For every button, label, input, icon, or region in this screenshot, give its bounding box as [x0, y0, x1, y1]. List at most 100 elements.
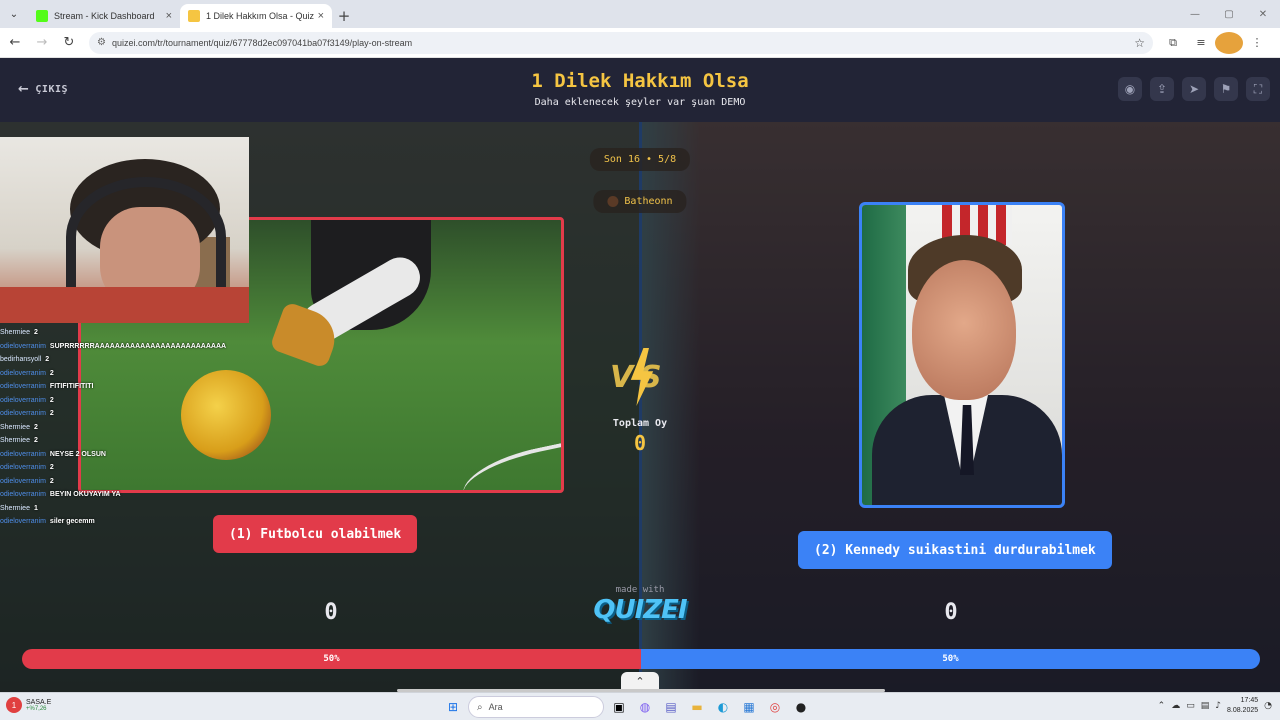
tab-quizei[interactable]: 1 Dilek Hakkım Olsa - Quizei × [180, 4, 332, 28]
network-icon[interactable]: ▤ [1201, 701, 1210, 711]
clock[interactable]: 17:45 8.08.2025 [1227, 696, 1258, 716]
menu-icon[interactable]: ⋮ [1243, 32, 1271, 54]
chat-username[interactable]: Shermiee [0, 326, 30, 340]
taskbar-apps: ⊞ ⌕ Ara ▣ ◍ ▤ ▬ ◐ ▦ ◎ ● [442, 696, 812, 718]
task-view-icon[interactable]: ▣ [608, 696, 630, 718]
teams-icon[interactable]: ▤ [660, 696, 682, 718]
chat-username[interactable]: bedirhansyoll [0, 353, 41, 367]
clock-time: 17:45 [1240, 697, 1259, 704]
chat-text: 2 [49, 464, 54, 471]
chat-message: odieloverranim 2 [0, 394, 260, 408]
chat-text: 2 [49, 369, 54, 377]
chat-username[interactable]: odieloverranim [0, 488, 46, 502]
chat-message: odieloverranim NEYSE 2 OLSUN [0, 448, 260, 462]
eye-icon[interactable]: ◉ [1118, 77, 1142, 101]
option-right-button[interactable]: (2) Kennedy suikastini durdurabilmek [798, 531, 1112, 569]
reload-icon[interactable]: ↻ [57, 31, 81, 55]
search-placeholder: Ara [488, 702, 503, 712]
chat-username[interactable]: odieloverranim [0, 380, 46, 394]
chevron-up-icon[interactable]: ⌃ [621, 672, 659, 690]
quizei-logo[interactable]: QUIZEI [0, 595, 1280, 625]
notification-icon[interactable]: ◔ [1264, 701, 1272, 711]
chat-text: siler gecemm [49, 518, 95, 525]
fullscreen-icon[interactable]: ⛶ [1246, 77, 1270, 101]
system-tray: ⌃ ☁ ▭ ▤ ♪ 17:45 8.08.2025 ◔ [1158, 696, 1272, 716]
bookmark-star-icon[interactable]: ☆ [1134, 36, 1145, 50]
taskbar-search[interactable]: ⌕ Ara [468, 696, 604, 718]
streamer-badge: Batheonn [593, 190, 687, 213]
browser-tab-bar: ⌄ Stream - Kick Dashboard × 1 Dilek Hakk… [0, 0, 1280, 28]
chrome-icon[interactable]: ◎ [764, 696, 786, 718]
flag-icon[interactable]: ⚑ [1214, 77, 1238, 101]
chat-username[interactable]: odieloverranim [0, 448, 46, 462]
header-actions: ◉ ⇪ ➤ ⚑ ⛶ [1118, 77, 1270, 101]
maximize-icon[interactable]: ▢ [1212, 0, 1246, 28]
edge-icon[interactable]: ◐ [712, 696, 734, 718]
chat-username[interactable]: Shermiee [0, 502, 30, 516]
chat-text: 2 [33, 437, 38, 444]
close-window-icon[interactable]: ✕ [1246, 0, 1280, 28]
tab-kick-dashboard[interactable]: Stream - Kick Dashboard × [28, 4, 180, 28]
copilot-icon[interactable]: ◍ [634, 696, 656, 718]
chat-username[interactable]: odieloverranim [0, 407, 46, 421]
chat-message: Shermiee 2 [0, 434, 260, 448]
option-right-image[interactable] [859, 202, 1065, 508]
chat-username[interactable]: odieloverranim [0, 475, 46, 489]
close-tab-icon[interactable]: × [166, 10, 172, 22]
extensions-icon[interactable]: ⧉ [1159, 32, 1187, 54]
site-info-icon[interactable]: ⚙ [97, 37, 106, 48]
volume-icon[interactable]: ♪ [1215, 701, 1221, 711]
quiz-title: 1 Dilek Hakkım Olsa [531, 70, 749, 92]
chat-text: 2 [49, 396, 54, 404]
url-text: quizei.com/tr/tournament/quiz/67778d2ec0… [111, 37, 413, 48]
chat-username[interactable]: odieloverranim [0, 340, 46, 354]
back-icon[interactable]: ← [3, 31, 27, 55]
streamer-name: Batheonn [624, 196, 673, 207]
forward-icon[interactable]: → [30, 31, 54, 55]
store-icon[interactable]: ▦ [738, 696, 760, 718]
chat-text: 2 [45, 356, 50, 363]
round-badge: Son 16 • 5/8 [589, 148, 691, 171]
quiz-header: ← ÇIKIŞ 1 Dilek Hakkım Olsa Daha eklenec… [0, 58, 1280, 122]
browser-toolbar: ⧉ ≡ ⋮ [1159, 31, 1271, 54]
close-tab-icon[interactable]: × [318, 10, 324, 22]
chat-username[interactable]: odieloverranim [0, 367, 46, 381]
share-icon[interactable]: ⇪ [1150, 77, 1174, 101]
chat-message: Shermiee 1 [0, 502, 260, 516]
chat-message: odieloverranim 2 [0, 475, 260, 489]
cloud-icon[interactable]: ☁ [1171, 701, 1180, 711]
versus-icon: VS [606, 348, 676, 408]
search-icon: ⌕ [477, 701, 483, 713]
chat-text: NEYSE 2 OLSUN [49, 450, 106, 458]
url-field[interactable]: ⚙ quizei.com/tr/tournament/quiz/67778d2e… [89, 31, 1153, 54]
chat-message: odieloverranim 2 [0, 407, 260, 421]
start-icon[interactable]: ⊞ [442, 696, 464, 718]
stock-change: +%7,26 [26, 705, 47, 712]
new-tab-button[interactable]: + [332, 4, 356, 28]
chat-username[interactable]: Shermiee [0, 434, 30, 448]
tray-chevron-icon[interactable]: ⌃ [1158, 701, 1166, 711]
chat-message: odieloverranim SUPRRRRRRAAAAAAAAAAAAAAAAA… [0, 340, 260, 354]
chat-username[interactable]: odieloverranim [0, 515, 46, 529]
windows-taskbar: 1 SASA.E +%7,26 ⊞ ⌕ Ara ▣ ◍ ▤ ▬ ◐ ▦ ◎ ● … [0, 692, 1280, 720]
tab-title: Stream - Kick Dashboard [54, 11, 155, 21]
send-icon[interactable]: ➤ [1182, 77, 1206, 101]
minimize-icon[interactable]: — [1178, 0, 1212, 28]
stock-widget[interactable]: 1 SASA.E +%7,26 [6, 697, 51, 713]
made-with-label: made with [615, 585, 665, 595]
chat-text: 2 [49, 410, 54, 417]
chat-text: 2 [33, 423, 38, 431]
chat-username[interactable]: odieloverranim [0, 394, 46, 408]
chat-username[interactable]: Shermiee [0, 421, 30, 435]
chat-message: odieloverranim 2 [0, 367, 260, 381]
language-icon[interactable]: ▭ [1186, 701, 1195, 711]
vote-percentage-bar: 50% 50% [22, 649, 1260, 669]
chat-text: 1 [33, 504, 38, 512]
obs-icon[interactable]: ● [790, 696, 812, 718]
file-explorer-icon[interactable]: ▬ [686, 696, 708, 718]
profile-icon[interactable] [1215, 31, 1243, 54]
reading-list-icon[interactable]: ≡ [1187, 32, 1215, 54]
kick-favicon-icon [36, 10, 48, 22]
tab-list-icon[interactable]: ⌄ [0, 0, 28, 28]
chat-username[interactable]: odieloverranim [0, 461, 46, 475]
